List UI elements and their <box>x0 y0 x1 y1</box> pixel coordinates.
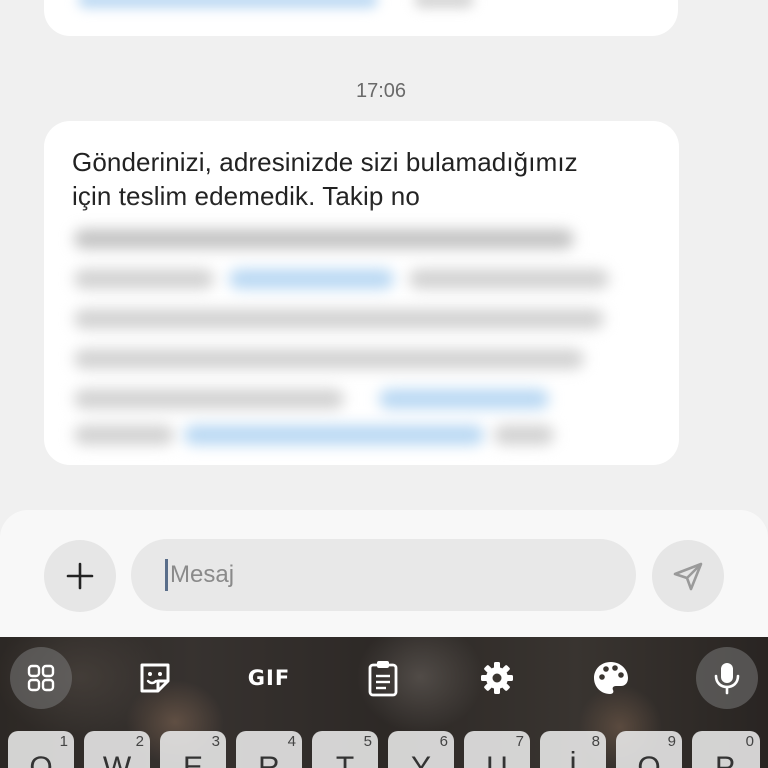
key-letter: W <box>102 751 132 768</box>
key-letter: E <box>182 751 203 768</box>
key-w[interactable]: W 2 <box>84 731 150 768</box>
key-letter: R <box>258 751 280 768</box>
message-timestamp: 17:06 <box>355 80 407 102</box>
key-number: 2 <box>135 733 144 750</box>
redacted-text <box>414 0 474 8</box>
key-number: 3 <box>211 733 220 750</box>
redacted-line <box>74 389 344 409</box>
key-number: 0 <box>745 733 754 750</box>
redacted-message-area <box>64 221 664 451</box>
redacted-line <box>74 349 584 369</box>
send-button[interactable] <box>652 540 724 612</box>
message-composer: Mesaj <box>0 510 768 638</box>
key-y[interactable]: Y 6 <box>388 731 454 768</box>
add-attachment-button[interactable] <box>44 540 116 612</box>
key-e[interactable]: E 3 <box>160 731 226 768</box>
message-line-1: Gönderinizi, adresinizde sizi bulamadığı… <box>72 147 578 177</box>
key-t[interactable]: T 5 <box>312 731 378 768</box>
key-number: 7 <box>515 733 524 750</box>
key-number: 4 <box>287 733 296 750</box>
key-number: 1 <box>59 733 68 750</box>
keyboard-top-row: Q 1 W 2 E 3 R 4 T 5 Y 6 U 7 İ 8 O 9 P 0 <box>0 731 768 768</box>
redacted-line <box>409 269 609 289</box>
key-number: 8 <box>591 733 600 750</box>
redacted-line <box>74 269 214 289</box>
conversation-area[interactable]: 17:06 Gönderinizi, adresinizde sizi bula… <box>0 0 768 515</box>
key-letter: Q <box>29 751 53 768</box>
key-r[interactable]: R 4 <box>236 731 302 768</box>
key-letter: Y <box>410 751 431 768</box>
keyboard-toolbar: GIF <box>0 637 768 721</box>
key-number: 5 <box>363 733 372 750</box>
redacted-link <box>78 0 378 8</box>
redacted-line <box>74 425 174 445</box>
redacted-link <box>184 425 484 445</box>
on-screen-keyboard: GIF Q 1 W 2 E 3 R 4 T 5 Y 6 U 7 İ 8 O 9 … <box>0 637 768 768</box>
sticker-button[interactable] <box>124 647 186 709</box>
previous-message-bubble[interactable] <box>44 0 678 36</box>
redacted-link <box>229 269 394 289</box>
redacted-line <box>74 229 574 249</box>
text-cursor <box>165 559 168 591</box>
sticker-icon <box>140 663 170 693</box>
gif-button[interactable]: GIF <box>238 647 300 709</box>
message-input[interactable]: Mesaj <box>131 539 636 611</box>
voice-input-button[interactable] <box>696 647 758 709</box>
incoming-message-bubble[interactable]: Gönderinizi, adresinizde sizi bulamadığı… <box>44 121 679 465</box>
settings-button[interactable] <box>466 647 528 709</box>
key-o[interactable]: O 9 <box>616 731 682 768</box>
send-icon <box>673 562 703 591</box>
gear-icon <box>481 662 513 694</box>
key-letter: O <box>637 751 661 768</box>
redacted-line <box>494 425 554 445</box>
redacted-link <box>379 389 549 409</box>
key-letter: U <box>486 751 508 768</box>
key-letter: İ <box>568 751 578 768</box>
key-letter: P <box>714 751 735 768</box>
theme-button[interactable] <box>580 647 642 709</box>
clipboard-button[interactable] <box>352 647 414 709</box>
apps-button[interactable] <box>10 647 72 709</box>
clipboard-icon <box>368 661 398 697</box>
message-placeholder: Mesaj <box>170 561 235 588</box>
gif-label: GIF <box>247 666 291 690</box>
message-line-2: için teslim edemedik. Takip no <box>72 181 420 211</box>
key-q[interactable]: Q 1 <box>8 731 74 768</box>
palette-icon <box>594 662 628 694</box>
microphone-icon <box>714 663 740 695</box>
redacted-line <box>74 309 604 329</box>
key-i-dotted[interactable]: İ 8 <box>540 731 606 768</box>
message-text: Gönderinizi, adresinizde sizi bulamadığı… <box>72 145 652 213</box>
key-u[interactable]: U 7 <box>464 731 530 768</box>
key-p[interactable]: P 0 <box>692 731 760 768</box>
key-number: 6 <box>439 733 448 750</box>
plus-icon <box>66 562 94 590</box>
key-letter: T <box>335 751 355 768</box>
grid-icon <box>27 664 55 692</box>
key-number: 9 <box>667 733 676 750</box>
